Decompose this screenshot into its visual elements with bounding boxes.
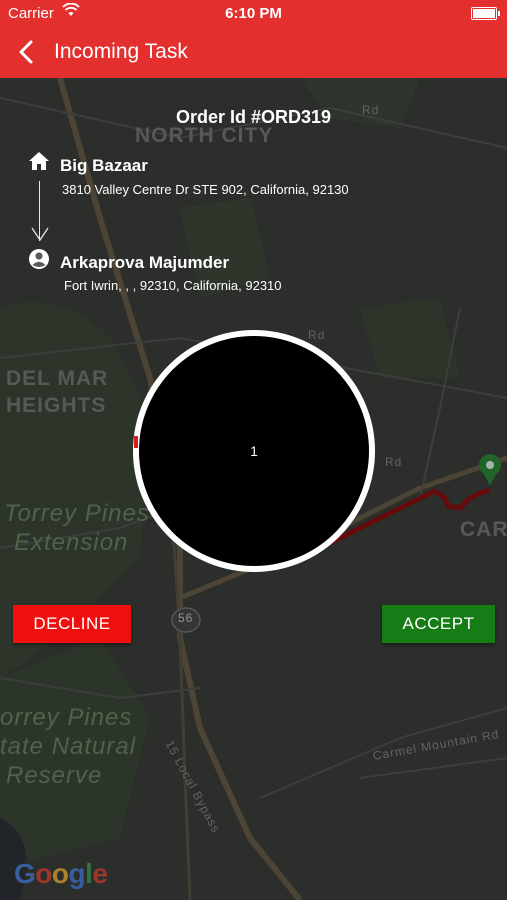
timer-progress-mark	[134, 436, 138, 448]
page-title: Incoming Task	[54, 40, 188, 63]
accept-button[interactable]: ACCEPT	[382, 605, 495, 643]
pickup-address: 3810 Valley Centre Dr STE 902, Californi…	[62, 182, 349, 197]
status-bar: Carrier 6:10 PM	[0, 0, 507, 28]
person-pin-icon	[29, 249, 49, 269]
dropoff-name: Arkaprova Majumder	[60, 253, 230, 272]
order-id: Order Id #ORD319	[175, 107, 332, 127]
dropoff-address: Fort Iwrin, , , 92310, California, 92310	[64, 278, 282, 293]
countdown-timer: 1	[133, 330, 375, 572]
back-button[interactable]	[14, 38, 42, 66]
timer-count: 1	[250, 443, 258, 459]
task-overlay: Order Id #ORD319 Big Bazaar 3810 Valley …	[0, 78, 507, 900]
pickup-name: Big Bazaar	[60, 156, 148, 175]
navigation-bar: Incoming Task	[0, 28, 507, 78]
home-icon	[29, 152, 49, 170]
clock: 6:10 PM	[225, 5, 282, 22]
decline-button[interactable]: DECLINE	[13, 605, 131, 643]
arrow-down-icon	[31, 227, 49, 242]
chevron-left-icon	[19, 40, 33, 64]
map-view[interactable]: NORTH CITY DEL MAR HEIGHTS Torrey Pines …	[0, 78, 507, 900]
battery-icon	[471, 7, 500, 20]
